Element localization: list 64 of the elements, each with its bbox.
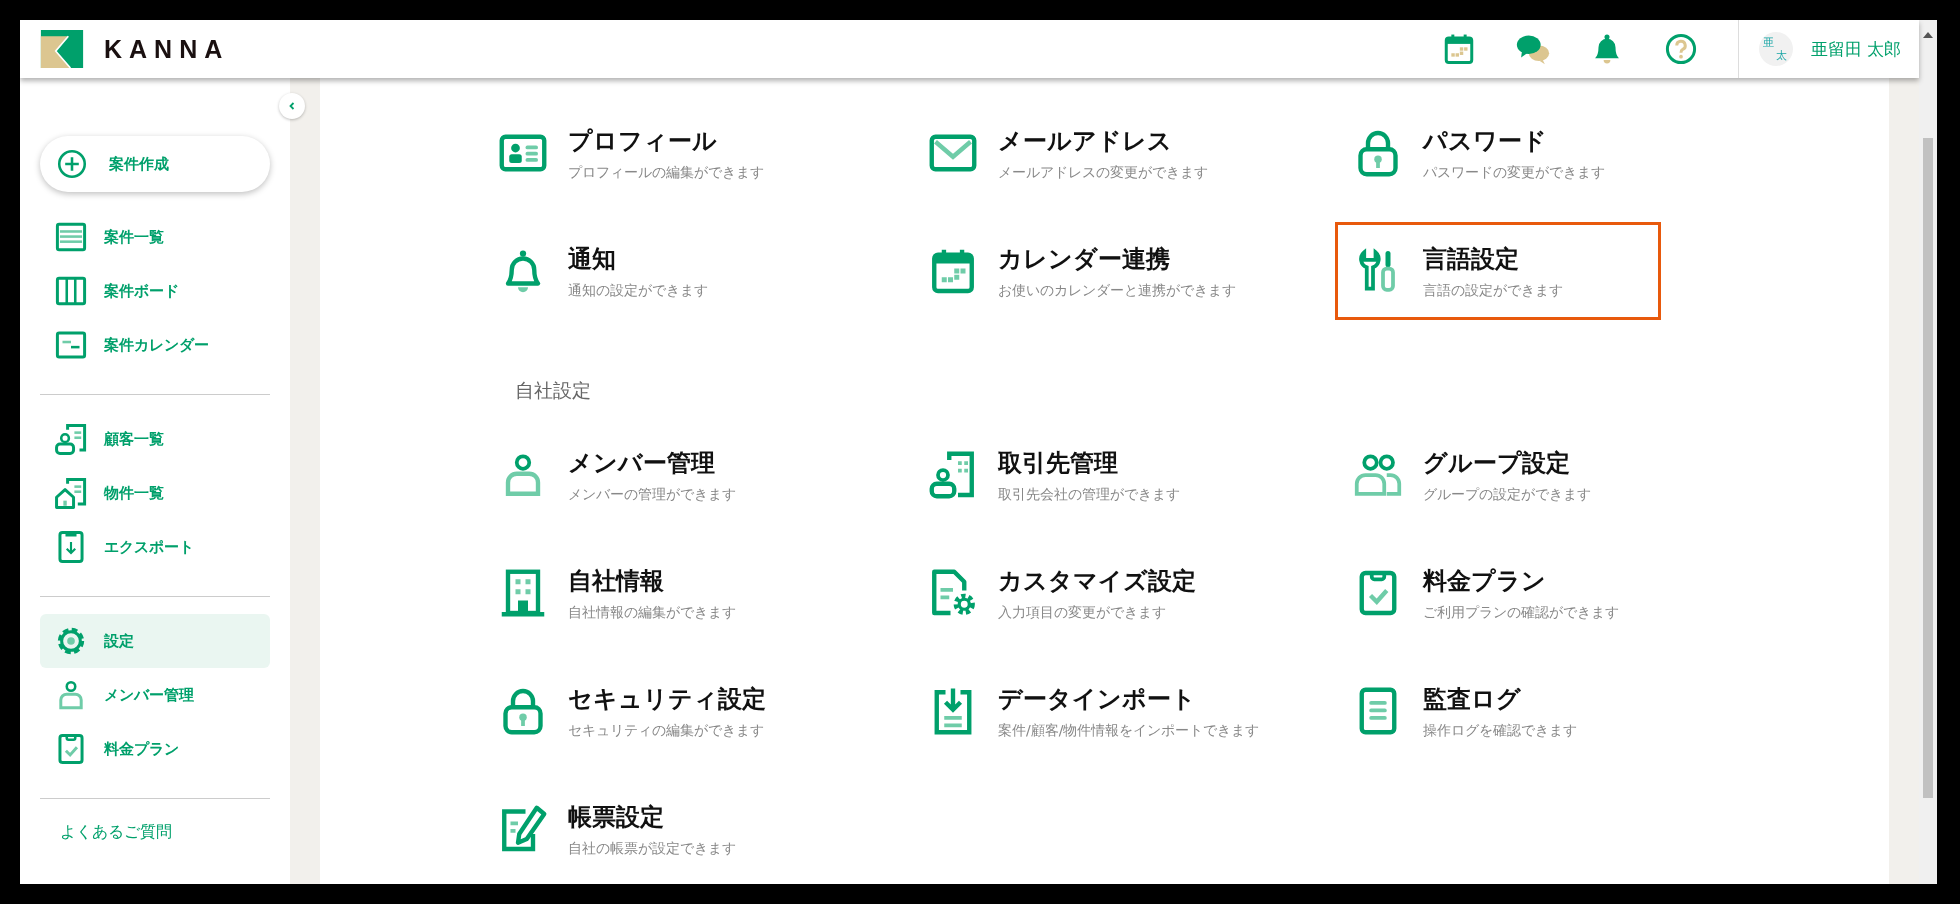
setting-link[interactable]: メンバー管理 [568, 446, 715, 479]
setting-item[interactable]: パスワード パスワードの変更ができます [1335, 104, 1661, 202]
setting-description: ご利用プランの確認ができます [1423, 603, 1619, 622]
list-icon [54, 220, 88, 254]
setting-description: 言語の設定ができます [1423, 281, 1563, 300]
setting-item[interactable]: セキュリティ設定 セキュリティの編集ができます [480, 662, 806, 760]
setting-link[interactable]: パスワード [1423, 124, 1547, 157]
setting-link[interactable]: セキュリティ設定 [568, 682, 766, 715]
setting-description: 通知の設定ができます [568, 281, 708, 300]
setting-item[interactable]: メールアドレス メールアドレスの変更ができます [910, 104, 1236, 202]
setting-link[interactable]: 自社情報 [568, 564, 664, 597]
house-document-icon [54, 476, 88, 510]
setting-link[interactable]: 監査ログ [1423, 682, 1521, 715]
setting-description: セキュリティの編集ができます [568, 721, 764, 740]
setting-link[interactable]: グループ設定 [1423, 446, 1570, 479]
setting-link[interactable]: データインポート [998, 682, 1196, 715]
chevron-left-icon [287, 101, 297, 111]
setting-item[interactable]: 監査ログ 操作ログを確認できます [1335, 662, 1661, 760]
setting-description: グループの設定ができます [1423, 485, 1591, 504]
setting-description: 操作ログを確認できます [1423, 721, 1577, 740]
help-icon[interactable] [1663, 32, 1698, 66]
setting-item[interactable]: 帳票設定 自社の帳票が設定できます [480, 780, 806, 878]
setting-item[interactable]: メンバー管理 メンバーの管理ができます [480, 426, 806, 524]
setting-link[interactable]: 料金プラン [1423, 564, 1546, 597]
setting-item[interactable]: 料金プラン ご利用プランの確認ができます [1335, 544, 1661, 642]
scroll-thumb[interactable] [1923, 138, 1933, 798]
setting-link[interactable]: カレンダー連携 [998, 242, 1170, 275]
setting-item[interactable]: 言語設定 言語の設定ができます [1335, 222, 1661, 320]
setting-link[interactable]: 取引先管理 [998, 446, 1118, 479]
setting-item[interactable]: グループ設定 グループの設定ができます [1335, 426, 1661, 524]
setting-item[interactable]: 通知 通知の設定ができます [480, 222, 806, 320]
logo-icon [40, 30, 84, 68]
setting-description: プロフィールの編集ができます [568, 163, 764, 182]
setting-item[interactable]: 自社情報 自社情報の編集ができます [480, 544, 806, 642]
setting-link[interactable]: 言語設定 [1423, 242, 1519, 275]
chat-icon[interactable] [1515, 32, 1550, 66]
setting-item[interactable]: カスタマイズ設定 入力項目の変更ができます [910, 544, 1236, 642]
setting-description: パスワードの変更ができます [1423, 163, 1605, 182]
setting-description: 自社の帳票が設定できます [568, 839, 736, 858]
setting-description: 案件/顧客/物件情報をインポートできます [998, 721, 1260, 740]
setting-item[interactable]: 取引先管理 取引先会社の管理ができます [910, 426, 1236, 524]
setting-link[interactable]: 帳票設定 [568, 800, 664, 833]
setting-item[interactable]: カレンダー連携 お使いのカレンダーと連携ができます [910, 222, 1254, 320]
plus-circle-icon [55, 147, 89, 181]
setting-link[interactable]: メールアドレス [998, 124, 1172, 157]
setting-description: メンバーの管理ができます [568, 485, 736, 504]
setting-link[interactable]: プロフィール [568, 124, 717, 157]
setting-description: 取引先会社の管理ができます [998, 485, 1180, 504]
setting-description: 入力項目の変更ができます [998, 603, 1166, 622]
user-name[interactable]: 亜留田 太郎 [1810, 37, 1901, 61]
faq-link[interactable]: よくあるご質問 [40, 816, 270, 849]
section-heading: 自社設定 [515, 378, 592, 403]
setting-description: 自社情報の編集ができます [568, 603, 736, 622]
person-document-icon [54, 422, 88, 456]
setting-item[interactable]: プロフィール プロフィールの編集ができます [480, 104, 806, 202]
columns-icon [54, 274, 88, 308]
logo-text: KANNA [104, 34, 230, 64]
setting-link[interactable]: カスタマイズ設定 [998, 564, 1196, 597]
setting-description: メールアドレスの変更ができます [998, 163, 1208, 182]
setting-description: お使いのカレンダーと連携ができます [998, 281, 1236, 300]
setting-link[interactable]: 通知 [568, 242, 616, 275]
setting-item[interactable]: データインポート 案件/顧客/物件情報をインポートできます [910, 662, 1278, 760]
scrollbar[interactable] [1919, 20, 1937, 884]
scroll-up-icon[interactable] [1923, 32, 1933, 38]
